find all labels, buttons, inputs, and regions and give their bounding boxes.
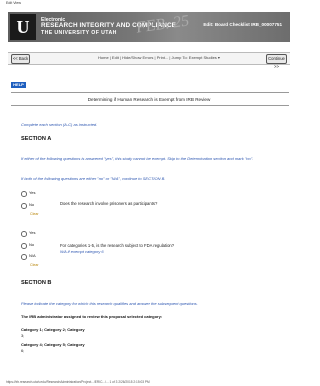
q1-label-yes: Yes (29, 190, 36, 195)
print-footer: https://irb.research.utah.edu/ResearchAd… (6, 380, 150, 384)
section-b-heading: SECTION B (21, 280, 52, 286)
q1-radio-yes[interactable] (21, 191, 27, 197)
q1-label-no: No (29, 202, 35, 207)
q2-note: N/A if exempt category 6 (60, 249, 104, 254)
section-a-instruction-2: If both of the following questions are e… (21, 176, 166, 181)
site-header: U Electronic RESEARCH INTEGRITY AND COMP… (8, 12, 290, 42)
q2-radio-no[interactable] (21, 243, 27, 249)
category-line-1: Category 1; Category 2; Category (21, 327, 85, 332)
toolbar: << Back Home | Edit | Hide/Show Errors |… (8, 52, 290, 69)
q1-radio-no[interactable] (21, 203, 27, 209)
page-title: Determining if Human Research is Exempt … (87, 97, 211, 102)
continue-button[interactable]: Continue >> (266, 54, 287, 69)
q2-label-na: N/A (29, 253, 36, 258)
help-button[interactable]: HELP (11, 82, 26, 88)
q2-radio-yes[interactable] (21, 231, 27, 237)
q2-clear-link[interactable]: Clear (30, 263, 39, 267)
category-line-1b: 3; (21, 333, 25, 338)
org-line-3: THE UNIVERSITY OF UTAH (41, 30, 117, 36)
q2-radio-na[interactable] (21, 254, 27, 260)
window-title: Edit View (6, 1, 21, 5)
q2-label-yes: Yes (29, 230, 36, 235)
section-b-instruction: Please indicate the category for which t… (21, 301, 198, 306)
category-line-2b: 6; (21, 348, 25, 353)
q2-text: For categories 1-5, is the research subj… (60, 243, 175, 248)
divider (11, 92, 289, 93)
divider (11, 105, 289, 106)
back-button[interactable]: << Back (11, 54, 30, 64)
q1-clear-link[interactable]: Clear (30, 212, 39, 216)
section-a-instruction-1: If either of the following questions is … (21, 156, 254, 161)
q1-text: Does the research involve prisoners as p… (60, 201, 158, 206)
section-a-heading: SECTION A (21, 136, 52, 142)
category-lead: The IRB administrator assigned to review… (21, 314, 163, 319)
university-logo: U (10, 14, 36, 40)
category-line-2: Category 4; Category 5; Category (21, 342, 85, 347)
q2-label-no: No (29, 242, 35, 247)
header-study-id: Edit: Board Checklist IRB_00007751 (203, 22, 282, 27)
instructions: Complete each section (A-C) as instructe… (21, 122, 98, 127)
toolbar-links[interactable]: Home | Edit | Hide/Show Errors | Print..… (98, 55, 220, 60)
